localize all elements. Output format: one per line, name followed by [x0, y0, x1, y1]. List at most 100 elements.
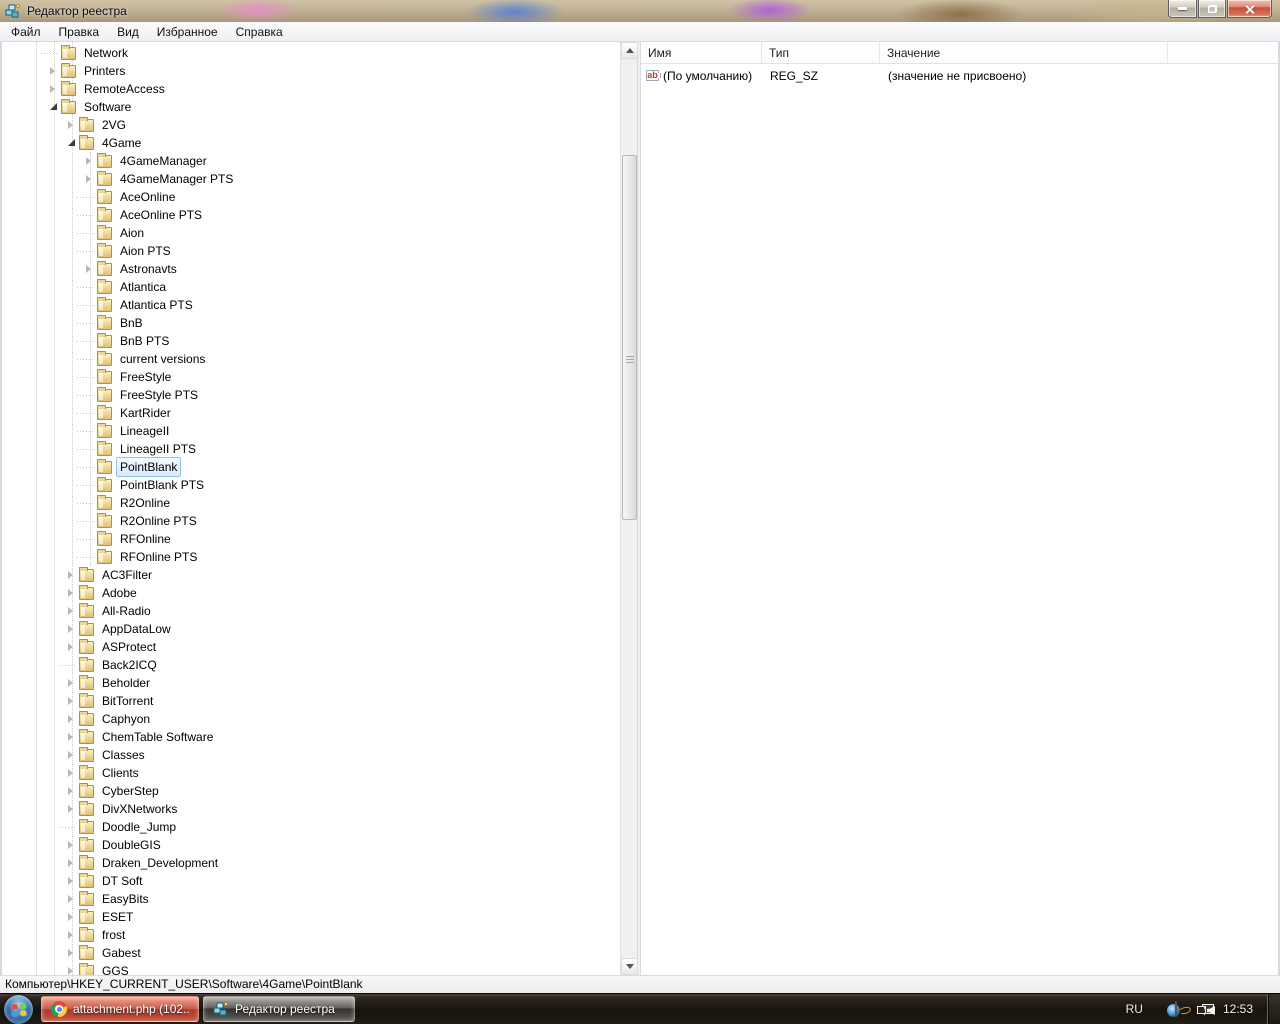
collapsed-arrow-icon[interactable] — [83, 152, 97, 170]
restore-button[interactable] — [1198, 0, 1226, 18]
collapsed-arrow-icon[interactable] — [65, 638, 79, 656]
tree-item[interactable]: Adobe — [2, 584, 620, 602]
tree-item[interactable]: Atlantica PTS — [2, 296, 620, 314]
tree-item[interactable]: ChemTable Software — [2, 728, 620, 746]
collapsed-arrow-icon[interactable] — [65, 962, 79, 975]
scroll-down-button[interactable] — [621, 958, 638, 975]
tree-item[interactable]: R2Online — [2, 494, 620, 512]
collapsed-arrow-icon[interactable] — [65, 710, 79, 728]
tree-item[interactable]: ASProtect — [2, 638, 620, 656]
tree-item[interactable]: frost — [2, 926, 620, 944]
tree-item[interactable]: PointBlank PTS — [2, 476, 620, 494]
tree-item[interactable]: EasyBits — [2, 890, 620, 908]
tree-item[interactable]: R2Online PTS — [2, 512, 620, 530]
tree-item[interactable]: AceOnline — [2, 188, 620, 206]
tree-item[interactable]: RFOnline — [2, 530, 620, 548]
close-button[interactable] — [1227, 0, 1272, 18]
collapsed-arrow-icon[interactable] — [65, 746, 79, 764]
tree-item[interactable]: DoubleGIS — [2, 836, 620, 854]
tree-item[interactable]: Draken_Development — [2, 854, 620, 872]
tree-item[interactable]: RFOnline PTS — [2, 548, 620, 566]
scroll-up-button[interactable] — [621, 42, 638, 59]
tree-item[interactable]: Classes — [2, 746, 620, 764]
column-header-name[interactable]: Имя — [641, 42, 762, 64]
tree-item[interactable]: AppDataLow — [2, 620, 620, 638]
gold-swirl-icon[interactable] — [1175, 1001, 1177, 1017]
tree-scrollbar[interactable] — [620, 42, 637, 975]
tree-item[interactable]: 4Game — [2, 134, 620, 152]
tree-item[interactable]: ESET — [2, 908, 620, 926]
column-header-type[interactable]: Тип — [762, 42, 880, 64]
tree-item[interactable]: current versions — [2, 350, 620, 368]
collapsed-arrow-icon[interactable] — [47, 62, 61, 80]
tree-item[interactable]: BnB PTS — [2, 332, 620, 350]
tree-item[interactable]: RemoteAccess — [2, 80, 620, 98]
tree-item[interactable]: Network — [2, 44, 620, 62]
tree-item[interactable]: LineageII PTS — [2, 440, 620, 458]
collapsed-arrow-icon[interactable] — [65, 620, 79, 638]
tree-item[interactable]: CyberStep — [2, 782, 620, 800]
tree-item[interactable]: AC3Filter — [2, 566, 620, 584]
menu-edit[interactable]: Правка — [50, 23, 109, 41]
collapsed-arrow-icon[interactable] — [65, 872, 79, 890]
tree-item[interactable]: DivXNetworks — [2, 800, 620, 818]
tree-item[interactable]: Astronavts — [2, 260, 620, 278]
value-row[interactable]: ab(По умолчанию)REG_SZ(значение не присв… — [641, 66, 1278, 85]
tree-item[interactable]: Caphyon — [2, 710, 620, 728]
menu-help[interactable]: Справка — [227, 23, 292, 41]
tree-item[interactable]: GGS — [2, 962, 620, 975]
collapsed-arrow-icon[interactable] — [65, 584, 79, 602]
tree-item[interactable]: LineageII — [2, 422, 620, 440]
tree-item[interactable]: Aion — [2, 224, 620, 242]
collapsed-arrow-icon[interactable] — [65, 116, 79, 134]
collapsed-arrow-icon[interactable] — [65, 566, 79, 584]
menu-favorites[interactable]: Избранное — [148, 23, 227, 41]
tree-item[interactable]: FreeStyle — [2, 368, 620, 386]
tree-item[interactable]: Printers — [2, 62, 620, 80]
collapsed-arrow-icon[interactable] — [65, 692, 79, 710]
tree-item[interactable]: Back2ICQ — [2, 656, 620, 674]
tree-item[interactable]: DT Soft — [2, 872, 620, 890]
taskbar-button-regedit[interactable]: Редактор реестра — [203, 996, 355, 1022]
expanded-arrow-icon[interactable] — [47, 98, 61, 116]
menu-view[interactable]: Вид — [108, 23, 148, 41]
collapsed-arrow-icon[interactable] — [65, 836, 79, 854]
tree-item[interactable]: 2VG — [2, 116, 620, 134]
tree-item[interactable]: Clients — [2, 764, 620, 782]
collapsed-arrow-icon[interactable] — [65, 728, 79, 746]
show-desktop-button[interactable] — [1267, 994, 1280, 1024]
menu-file[interactable]: Файл — [2, 23, 50, 41]
collapsed-arrow-icon[interactable] — [47, 80, 61, 98]
column-header-value[interactable]: Значение — [880, 42, 1168, 64]
collapsed-arrow-icon[interactable] — [65, 926, 79, 944]
taskbar-button-browser[interactable]: attachment.php (102... — [41, 996, 199, 1022]
tree-item[interactable]: KartRider — [2, 404, 620, 422]
tree-item[interactable]: FreeStyle PTS — [2, 386, 620, 404]
minimize-button[interactable] — [1168, 0, 1197, 18]
collapsed-arrow-icon[interactable] — [65, 800, 79, 818]
tree-item[interactable]: AceOnline PTS — [2, 206, 620, 224]
collapsed-arrow-icon[interactable] — [83, 260, 97, 278]
language-indicator[interactable]: RU — [1126, 1002, 1143, 1016]
tree-item[interactable]: 4GameManager — [2, 152, 620, 170]
collapsed-arrow-icon[interactable] — [65, 854, 79, 872]
taskbar-clock[interactable]: 12:53 — [1223, 1002, 1253, 1016]
tree-item[interactable]: Atlantica — [2, 278, 620, 296]
tree-item[interactable]: All-Radio — [2, 602, 620, 620]
tree-item[interactable]: Gabest — [2, 944, 620, 962]
tree-item[interactable]: Aion PTS — [2, 242, 620, 260]
collapsed-arrow-icon[interactable] — [83, 170, 97, 188]
tree-item[interactable]: Beholder — [2, 674, 620, 692]
tree-item[interactable]: PointBlank — [2, 458, 620, 476]
tree-item[interactable]: 4GameManager PTS — [2, 170, 620, 188]
collapsed-arrow-icon[interactable] — [65, 764, 79, 782]
scrollbar-thumb[interactable] — [622, 155, 637, 520]
tree-item[interactable]: BitTorrent — [2, 692, 620, 710]
collapsed-arrow-icon[interactable] — [65, 674, 79, 692]
expanded-arrow-icon[interactable] — [65, 134, 79, 152]
tree-item[interactable]: Software — [2, 98, 620, 116]
collapsed-arrow-icon[interactable] — [65, 944, 79, 962]
collapsed-arrow-icon[interactable] — [65, 602, 79, 620]
tree-item[interactable]: BnB — [2, 314, 620, 332]
tree-item[interactable]: Doodle_Jump — [2, 818, 620, 836]
